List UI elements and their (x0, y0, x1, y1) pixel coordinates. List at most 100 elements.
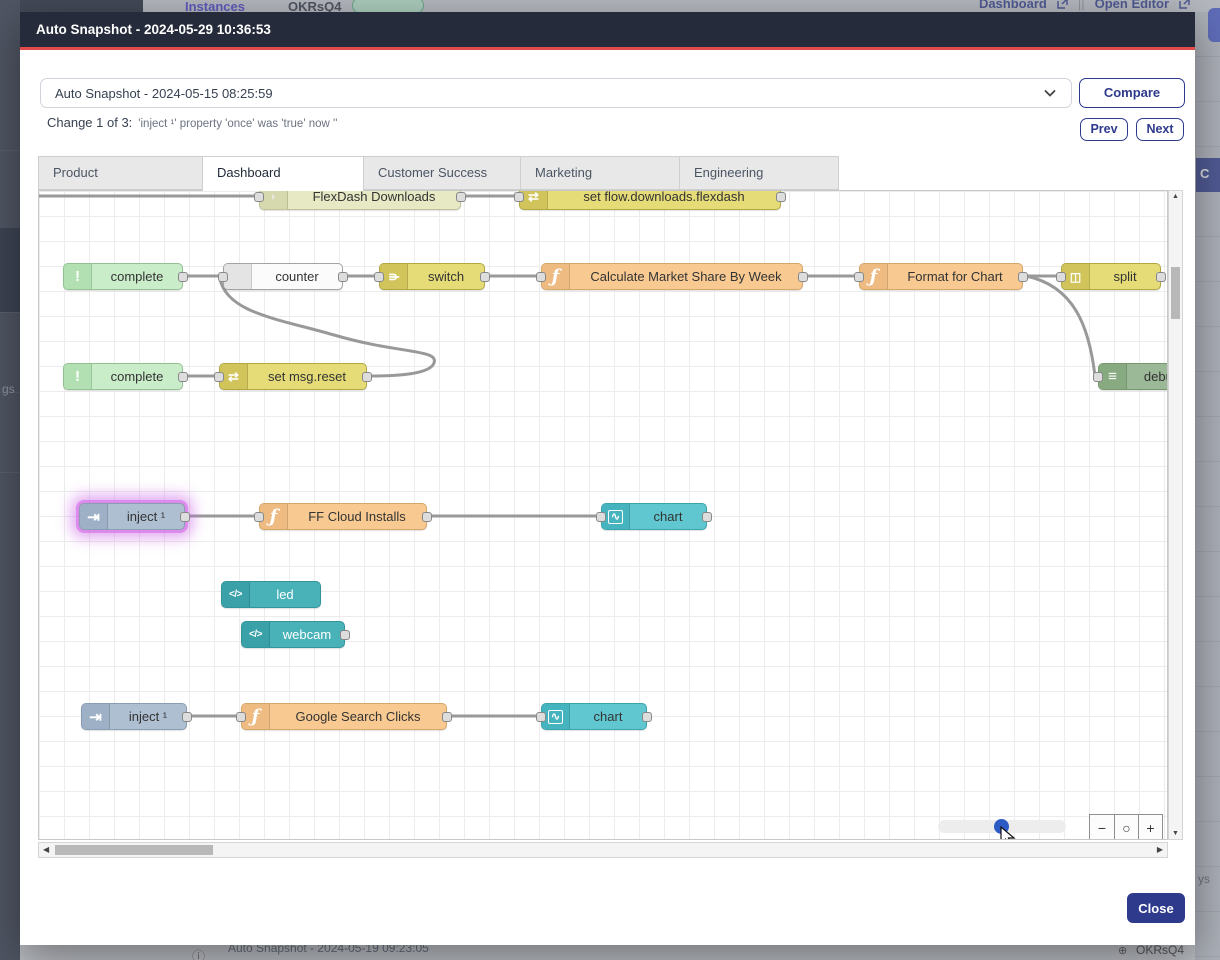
output-port[interactable] (456, 192, 466, 202)
input-port[interactable] (596, 512, 606, 522)
flow-node-split[interactable]: ◫split (1061, 263, 1161, 290)
input-port[interactable] (214, 372, 224, 382)
zoom-slider-track[interactable] (938, 820, 1066, 833)
debug-icon: ≡ (1099, 364, 1127, 389)
flow-node-counter[interactable]: counter (223, 263, 343, 290)
compare-button[interactable]: Compare (1079, 78, 1185, 108)
input-port[interactable] (254, 512, 264, 522)
output-port[interactable] (642, 712, 652, 722)
output-port[interactable] (178, 372, 188, 382)
flow-node-chart-2[interactable]: ∿chart (541, 703, 647, 730)
scroll-left-arrow[interactable]: ◀ (43, 845, 49, 854)
close-button[interactable]: Close (1127, 893, 1185, 923)
flow-node-set-flow-downloads-flexdash[interactable]: ⇄set flow.downloads.flexdash (519, 190, 781, 210)
flow-node-webcam[interactable]: </>webcam (241, 621, 345, 648)
template-icon: </> (222, 582, 250, 607)
change-icon: ⇄ (220, 364, 248, 389)
zoom-toolbar: − ○ + (1089, 814, 1163, 840)
node-label: webcam (270, 622, 344, 647)
output-port[interactable] (422, 512, 432, 522)
flow-canvas[interactable]: − ○ + ◗FlexDash Downloads ⇄set flow.downl… (38, 190, 1168, 840)
node-label: debug (1127, 364, 1168, 389)
flow-node-led[interactable]: </>led (221, 581, 321, 608)
inject-icon: ⇥ (82, 704, 110, 729)
node-label: complete (92, 264, 182, 289)
flow-node-complete-2[interactable]: !complete (63, 363, 183, 390)
output-port[interactable] (1156, 272, 1166, 282)
input-port[interactable] (1056, 272, 1066, 282)
node-label: FF Cloud Installs (288, 504, 426, 529)
blank-icon (224, 264, 252, 289)
scroll-up-arrow[interactable]: ▲ (1169, 193, 1182, 200)
tab-customer-success[interactable]: Customer Success (363, 156, 521, 190)
input-port[interactable] (536, 272, 546, 282)
template-icon: </> (242, 622, 270, 647)
tab-marketing[interactable]: Marketing (520, 156, 680, 190)
flow-node-set-msg-reset[interactable]: ⇄set msg.reset (219, 363, 367, 390)
flow-node-inject-highlighted[interactable]: ⇥inject ¹ (79, 503, 185, 530)
output-port[interactable] (362, 372, 372, 382)
flow-node-complete-1[interactable]: !complete (63, 263, 183, 290)
input-port[interactable] (514, 192, 524, 202)
flow-node-chart-1[interactable]: ∿chart (601, 503, 707, 530)
node-label: switch (408, 264, 484, 289)
tab-product[interactable]: Product (38, 156, 203, 190)
input-port[interactable] (374, 272, 384, 282)
scroll-down-arrow[interactable]: ▼ (1169, 830, 1182, 837)
output-port[interactable] (798, 272, 808, 282)
vertical-scrollbar-thumb[interactable] (1171, 267, 1180, 319)
flow-node-google-search-clicks[interactable]: ƒGoogle Search Clicks (241, 703, 447, 730)
output-port[interactable] (1018, 272, 1028, 282)
tab-engineering[interactable]: Engineering (679, 156, 839, 190)
node-label: inject ¹ (108, 504, 184, 529)
input-port[interactable] (1093, 372, 1103, 382)
flow-node-switch[interactable]: ⋔switch (379, 263, 485, 290)
zoom-reset-button[interactable]: ○ (1114, 815, 1138, 840)
vertical-scrollbar[interactable]: ▲ ▼ (1168, 190, 1183, 840)
next-button[interactable]: Next (1136, 118, 1184, 141)
output-port[interactable] (480, 272, 490, 282)
flow-node-inject-2[interactable]: ⇥inject ¹ (81, 703, 187, 730)
modal-title: Auto Snapshot - 2024-05-29 10:36:53 (36, 22, 271, 37)
output-port[interactable] (340, 630, 350, 640)
input-port[interactable] (854, 272, 864, 282)
snapshot-select[interactable]: Auto Snapshot - 2024-05-15 08:25:59 (40, 78, 1072, 108)
scroll-right-arrow[interactable]: ▶ (1157, 845, 1163, 854)
zoom-slider-thumb[interactable] (994, 819, 1009, 834)
flow-node-flexdash-downloads[interactable]: ◗FlexDash Downloads (259, 190, 461, 210)
output-port[interactable] (776, 192, 786, 202)
node-label: chart (570, 704, 646, 729)
zoom-in-button[interactable]: + (1138, 815, 1162, 840)
function-icon: ƒ (542, 264, 570, 289)
output-port[interactable] (702, 512, 712, 522)
flow-node-debug[interactable]: ≡debug (1098, 363, 1168, 390)
node-label: chart (630, 504, 706, 529)
output-port[interactable] (442, 712, 452, 722)
tab-bar: ProductDashboardCustomer SuccessMarketin… (38, 156, 839, 191)
input-port[interactable] (218, 272, 228, 282)
output-port[interactable] (182, 712, 192, 722)
page: Instances OKRsQ4 Dashboard || Open Edito… (0, 0, 1220, 960)
input-port[interactable] (254, 192, 264, 202)
zoom-out-button[interactable]: − (1090, 815, 1114, 840)
horizontal-scrollbar-thumb[interactable] (55, 845, 213, 855)
node-label: Google Search Clicks (270, 704, 446, 729)
tab-dashboard[interactable]: Dashboard (202, 156, 364, 191)
flow-node-format-for-chart[interactable]: ƒFormat for Chart (859, 263, 1023, 290)
output-port[interactable] (178, 272, 188, 282)
flow-node-ff-cloud-installs[interactable]: ƒFF Cloud Installs (259, 503, 427, 530)
input-port[interactable] (536, 712, 546, 722)
node-label: Format for Chart (888, 264, 1022, 289)
change-counter: Change 1 of 3: (47, 115, 132, 130)
horizontal-scrollbar[interactable]: ◀ ▶ (38, 842, 1168, 858)
output-port[interactable] (180, 512, 190, 522)
node-label: set msg.reset (248, 364, 366, 389)
sprout-icon: ◗ (260, 190, 288, 209)
exclaim-icon: ! (64, 264, 92, 289)
flow-node-calculate-market-share-by-week[interactable]: ƒCalculate Market Share By Week (541, 263, 803, 290)
switch-icon: ⋔ (380, 264, 408, 289)
prev-button[interactable]: Prev (1080, 118, 1128, 141)
input-port[interactable] (236, 712, 246, 722)
chart-icon: ∿ (542, 704, 570, 729)
output-port[interactable] (338, 272, 348, 282)
